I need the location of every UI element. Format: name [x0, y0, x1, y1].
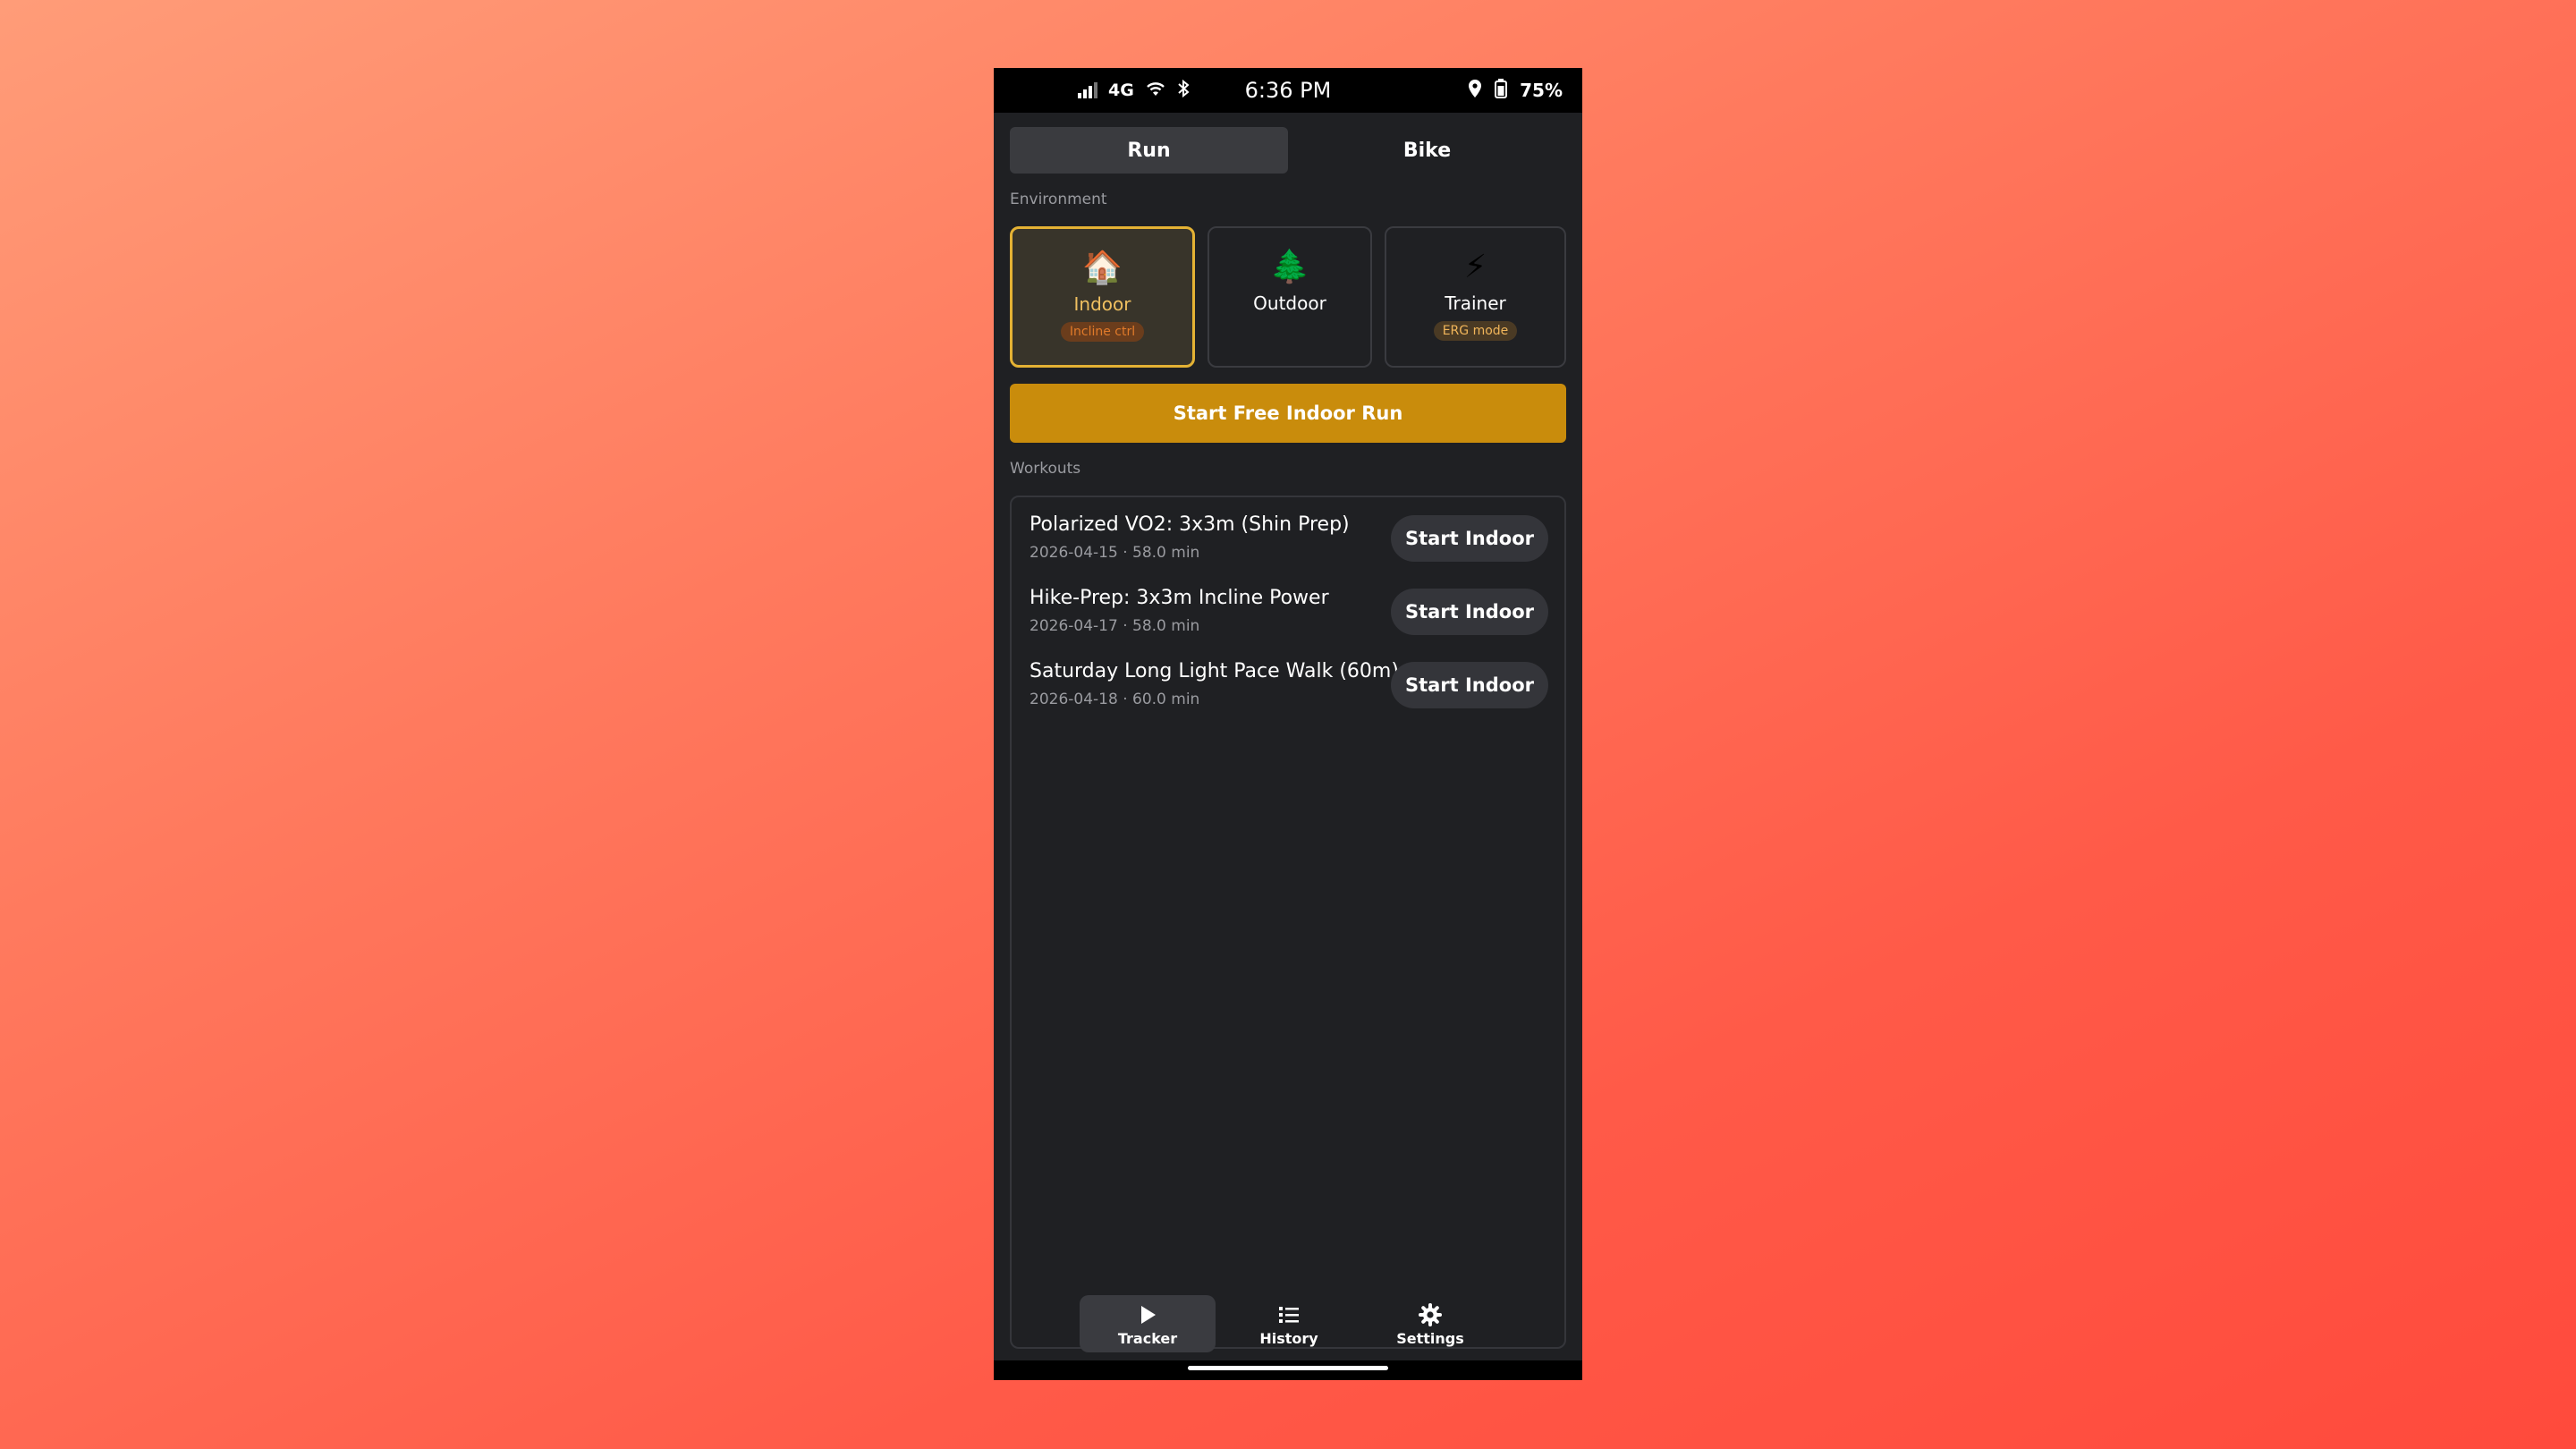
battery-icon	[1495, 78, 1508, 103]
workout-meta: 2026-04-18 · 60.0 min	[1030, 691, 1200, 708]
nav-label: Settings	[1396, 1329, 1464, 1347]
play-icon	[1138, 1301, 1157, 1328]
list-item: Hike-Prep: 3x3m Incline Power 2026-04-17…	[1030, 580, 1548, 642]
location-icon	[1468, 79, 1482, 103]
workouts-label: Workouts	[1010, 460, 1081, 478]
workout-title: Hike-Prep: 3x3m Incline Power	[1030, 587, 1329, 609]
bottom-nav: Tracker History Settings	[994, 1295, 1582, 1358]
env-option-indoor[interactable]: 🏠 Indoor Incline ctrl	[1010, 226, 1195, 368]
nav-label: History	[1259, 1329, 1318, 1347]
nav-settings[interactable]: Settings	[1362, 1295, 1498, 1352]
gesture-bar	[994, 1360, 1582, 1380]
home-indicator[interactable]	[1188, 1366, 1388, 1370]
nav-tracker[interactable]: Tracker	[1080, 1295, 1216, 1352]
list-icon	[1278, 1301, 1300, 1328]
tree-icon: 🌲	[1269, 249, 1310, 285]
workout-title: Polarized VO2: 3x3m (Shin Prep)	[1030, 513, 1350, 536]
tab-bike[interactable]: Bike	[1288, 127, 1566, 174]
battery-percent: 75%	[1520, 80, 1563, 101]
phone-screen: 4G 6:36 PM 75% Run Bike Environment 🏠 In	[994, 68, 1582, 1380]
start-indoor-button[interactable]: Start Indoor	[1390, 662, 1548, 708]
status-bar: 4G 6:36 PM 75%	[994, 68, 1582, 113]
status-right: 75%	[1468, 68, 1563, 113]
start-free-run-button[interactable]: Start Free Indoor Run	[1010, 384, 1566, 443]
start-indoor-button[interactable]: Start Indoor	[1390, 589, 1548, 635]
nav-history[interactable]: History	[1221, 1295, 1357, 1352]
start-indoor-button[interactable]: Start Indoor	[1390, 515, 1548, 562]
nav-label: Tracker	[1117, 1329, 1178, 1347]
workout-title: Saturday Long Light Pace Walk (60m)	[1030, 660, 1399, 682]
list-item: Polarized VO2: 3x3m (Shin Prep) 2026-04-…	[1030, 506, 1548, 569]
environment-options: 🏠 Indoor Incline ctrl 🌲 Outdoor ⚡ Traine…	[1010, 226, 1566, 368]
list-item: Saturday Long Light Pace Walk (60m) 2026…	[1030, 653, 1548, 716]
house-icon: 🏠	[1082, 250, 1123, 286]
env-option-label: Outdoor	[1253, 292, 1326, 314]
workouts-list: Polarized VO2: 3x3m (Shin Prep) 2026-04-…	[1010, 496, 1566, 1349]
env-option-label: Indoor	[1073, 293, 1131, 315]
gear-icon	[1419, 1301, 1442, 1328]
env-option-label: Trainer	[1445, 292, 1506, 314]
env-option-trainer[interactable]: ⚡ Trainer ERG mode	[1385, 226, 1566, 368]
lightning-icon: ⚡	[1463, 249, 1487, 285]
workout-meta: 2026-04-15 · 58.0 min	[1030, 544, 1200, 562]
workout-meta: 2026-04-17 · 58.0 min	[1030, 617, 1200, 635]
tab-run[interactable]: Run	[1010, 127, 1288, 174]
environment-label: Environment	[1010, 191, 1107, 208]
env-option-badge: ERG mode	[1433, 321, 1518, 341]
env-option-outdoor[interactable]: 🌲 Outdoor	[1208, 226, 1372, 368]
env-option-badge: Incline ctrl	[1060, 322, 1145, 342]
sport-tabs: Run Bike	[1010, 127, 1566, 174]
